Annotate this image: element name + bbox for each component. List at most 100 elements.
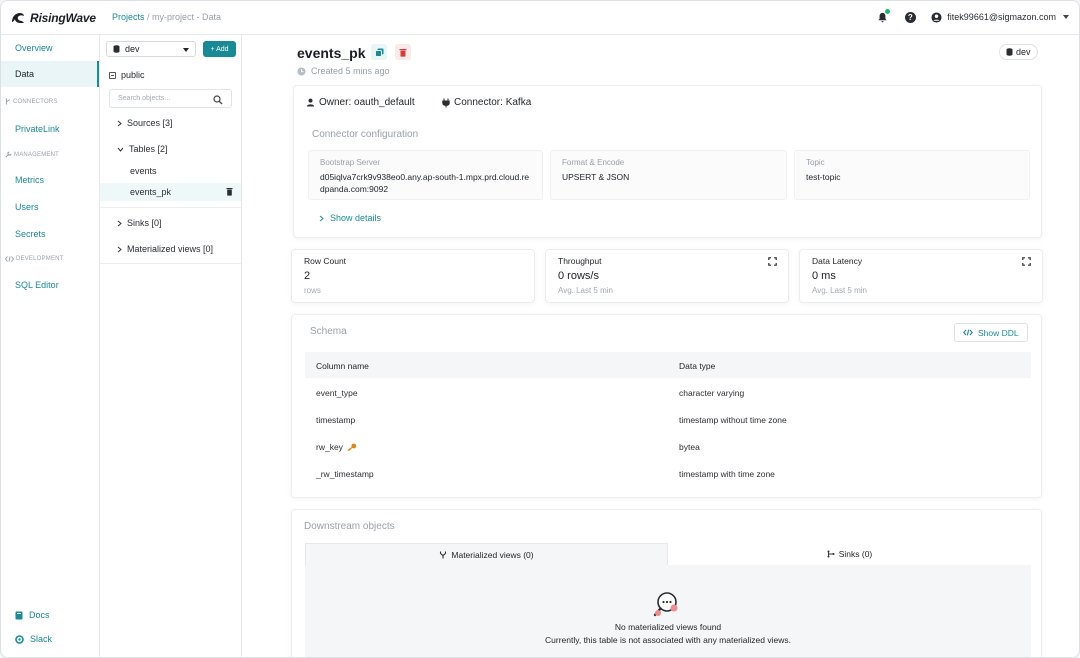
config-value: d05iqlva7crk9v938eo0.any.ap-south-1.mpx.…: [320, 172, 530, 194]
wrench-icon: [5, 151, 12, 158]
metric-throughput: Throughput 0 rows/s Avg. Last 5 min: [545, 249, 789, 303]
metric-row-count: Row Count 2 rows: [291, 249, 535, 303]
tree-node-sinks[interactable]: Sinks [0]: [117, 218, 162, 228]
nav-section-label: DEVELOPMENT: [16, 256, 64, 262]
tree-node-label: Tables [2]: [129, 144, 168, 154]
nav-item-docs[interactable]: Docs: [15, 610, 50, 620]
trash-icon[interactable]: [226, 187, 233, 196]
nav-section-label: CONNECTORS: [13, 98, 58, 105]
tree-node-tables[interactable]: Tables [2]: [117, 144, 168, 154]
nav-section-management: MANAGEMENT: [5, 151, 59, 158]
nav-item-slack[interactable]: Slack: [15, 634, 52, 644]
connector-label: Connector: Kafka: [454, 97, 532, 108]
chevron-down-icon: [117, 147, 124, 152]
downstream-card: Downstream objects Materialized views (0…: [291, 509, 1042, 657]
show-details-link[interactable]: Show details: [319, 213, 381, 223]
notifications-button[interactable]: [875, 9, 891, 24]
nav-item-sql-editor[interactable]: SQL Editor: [1, 272, 99, 298]
delete-button[interactable]: [395, 44, 411, 60]
config-label: Format & Encode: [562, 158, 625, 167]
table-row: timestamp timestamp without time zone: [305, 406, 1031, 433]
tree-node-materialized-views[interactable]: Materialized views [0]: [117, 244, 213, 254]
expand-icon[interactable]: [768, 257, 777, 266]
database-select[interactable]: dev: [106, 41, 196, 57]
config-value: UPSERT & JSON: [562, 172, 630, 182]
owner-info: Owner: oauth_default: [306, 97, 415, 108]
metric-label: Throughput: [558, 256, 602, 266]
main-nav: Overview Data CONNECTORS PrivateLink MAN…: [1, 35, 100, 657]
add-button[interactable]: + Add: [203, 41, 236, 57]
column-name-cell: rw_key: [316, 442, 357, 452]
show-ddl-button[interactable]: Show DDL: [954, 323, 1028, 342]
user-avatar-icon: [931, 11, 942, 23]
chevron-right-icon: [117, 246, 122, 252]
show-ddl-label: Show DDL: [978, 327, 1019, 338]
app-logo[interactable]: RisingWave: [10, 10, 96, 26]
search-button[interactable]: [211, 93, 225, 107]
code-icon: [5, 256, 14, 262]
empty-state-message: Currently, this table is not associated …: [545, 635, 791, 645]
nav-item-privatelink[interactable]: PrivateLink: [1, 116, 99, 142]
tree-leaf-table[interactable]: events: [100, 162, 241, 180]
schema-label: public: [121, 70, 145, 80]
connector-info: Connector: Kafka: [442, 97, 531, 108]
show-details-label: Show details: [330, 213, 382, 223]
metric-value: 2: [304, 270, 311, 282]
search-objects-input[interactable]: Search objects...: [109, 89, 232, 108]
schema-node-public[interactable]: public: [109, 70, 145, 80]
copy-button[interactable]: [371, 44, 387, 60]
nav-section-connectors: CONNECTORS: [5, 98, 58, 105]
tree-node-sources[interactable]: Sources [3]: [117, 118, 173, 128]
nav-item-secrets[interactable]: Secrets: [1, 221, 99, 247]
column-header-name: Column name: [316, 361, 369, 371]
trash-icon: [399, 48, 407, 57]
column-type: character varying: [679, 388, 745, 398]
breadcrumb-current: / my-project - Data: [144, 12, 222, 22]
tree-divider: [100, 263, 241, 264]
metric-sub: rows: [304, 286, 321, 295]
nav-section-label: MANAGEMENT: [14, 151, 60, 158]
column-name: event_type: [316, 388, 358, 398]
metric-label: Row Count: [304, 256, 347, 266]
tab-materialized-views[interactable]: Materialized views (0): [305, 543, 668, 565]
nav-slack-label: Slack: [30, 634, 53, 644]
risingwave-logo-icon: [12, 13, 24, 23]
config-bootstrap-server: Bootstrap Server d05iqlva7crk9v938eo0.an…: [308, 150, 543, 200]
schema-table-header: Column name Data type: [305, 352, 1031, 378]
tree-divider: [100, 207, 241, 208]
nav-item-data[interactable]: Data: [1, 61, 99, 87]
database-icon: [1006, 48, 1013, 56]
chevron-down-icon: [183, 48, 189, 52]
database-badge: dev: [999, 44, 1038, 60]
copy-icon: [374, 48, 383, 57]
tab-sinks[interactable]: Sinks (0): [668, 543, 1031, 565]
table-row: event_type character varying: [305, 379, 1031, 406]
column-header-type: Data type: [679, 361, 716, 371]
created-label: Created 5 mins ago: [311, 66, 390, 76]
created-time: Created 5 mins ago: [297, 66, 390, 76]
column-name: _rw_timestamp: [316, 469, 374, 479]
nav-item-metrics[interactable]: Metrics: [1, 167, 99, 193]
breadcrumb: Projects / my-project - Data: [112, 12, 221, 22]
tree-node-label: Sinks [0]: [127, 218, 162, 228]
config-value: test-topic: [806, 172, 841, 182]
chevron-right-icon: [117, 120, 122, 126]
nav-item-users[interactable]: Users: [1, 194, 99, 220]
table-row: _rw_timestamp timestamp with time zone: [305, 460, 1031, 487]
tree-leaf-table-selected[interactable]: events_pk: [100, 183, 241, 201]
chevron-down-icon: [1063, 15, 1069, 19]
breadcrumb-projects-link[interactable]: Projects: [112, 12, 145, 22]
schema-card: Schema Show DDL Column name Data type ev…: [291, 314, 1042, 498]
clock-icon: [297, 67, 306, 75]
fork-icon: [440, 551, 447, 558]
metric-label: Data Latency: [812, 256, 863, 266]
user-menu[interactable]: fitek99661@sigmazon.com: [931, 11, 1069, 23]
nav-item-overview[interactable]: Overview: [1, 35, 99, 61]
connector-config-title: Connector configuration: [312, 129, 419, 140]
column-name: rw_key: [316, 442, 343, 452]
column-type: timestamp without time zone: [679, 415, 787, 425]
book-icon: [15, 611, 23, 619]
help-button[interactable]: ?: [903, 10, 917, 24]
column-type: bytea: [679, 442, 700, 452]
expand-icon[interactable]: [1022, 257, 1031, 266]
